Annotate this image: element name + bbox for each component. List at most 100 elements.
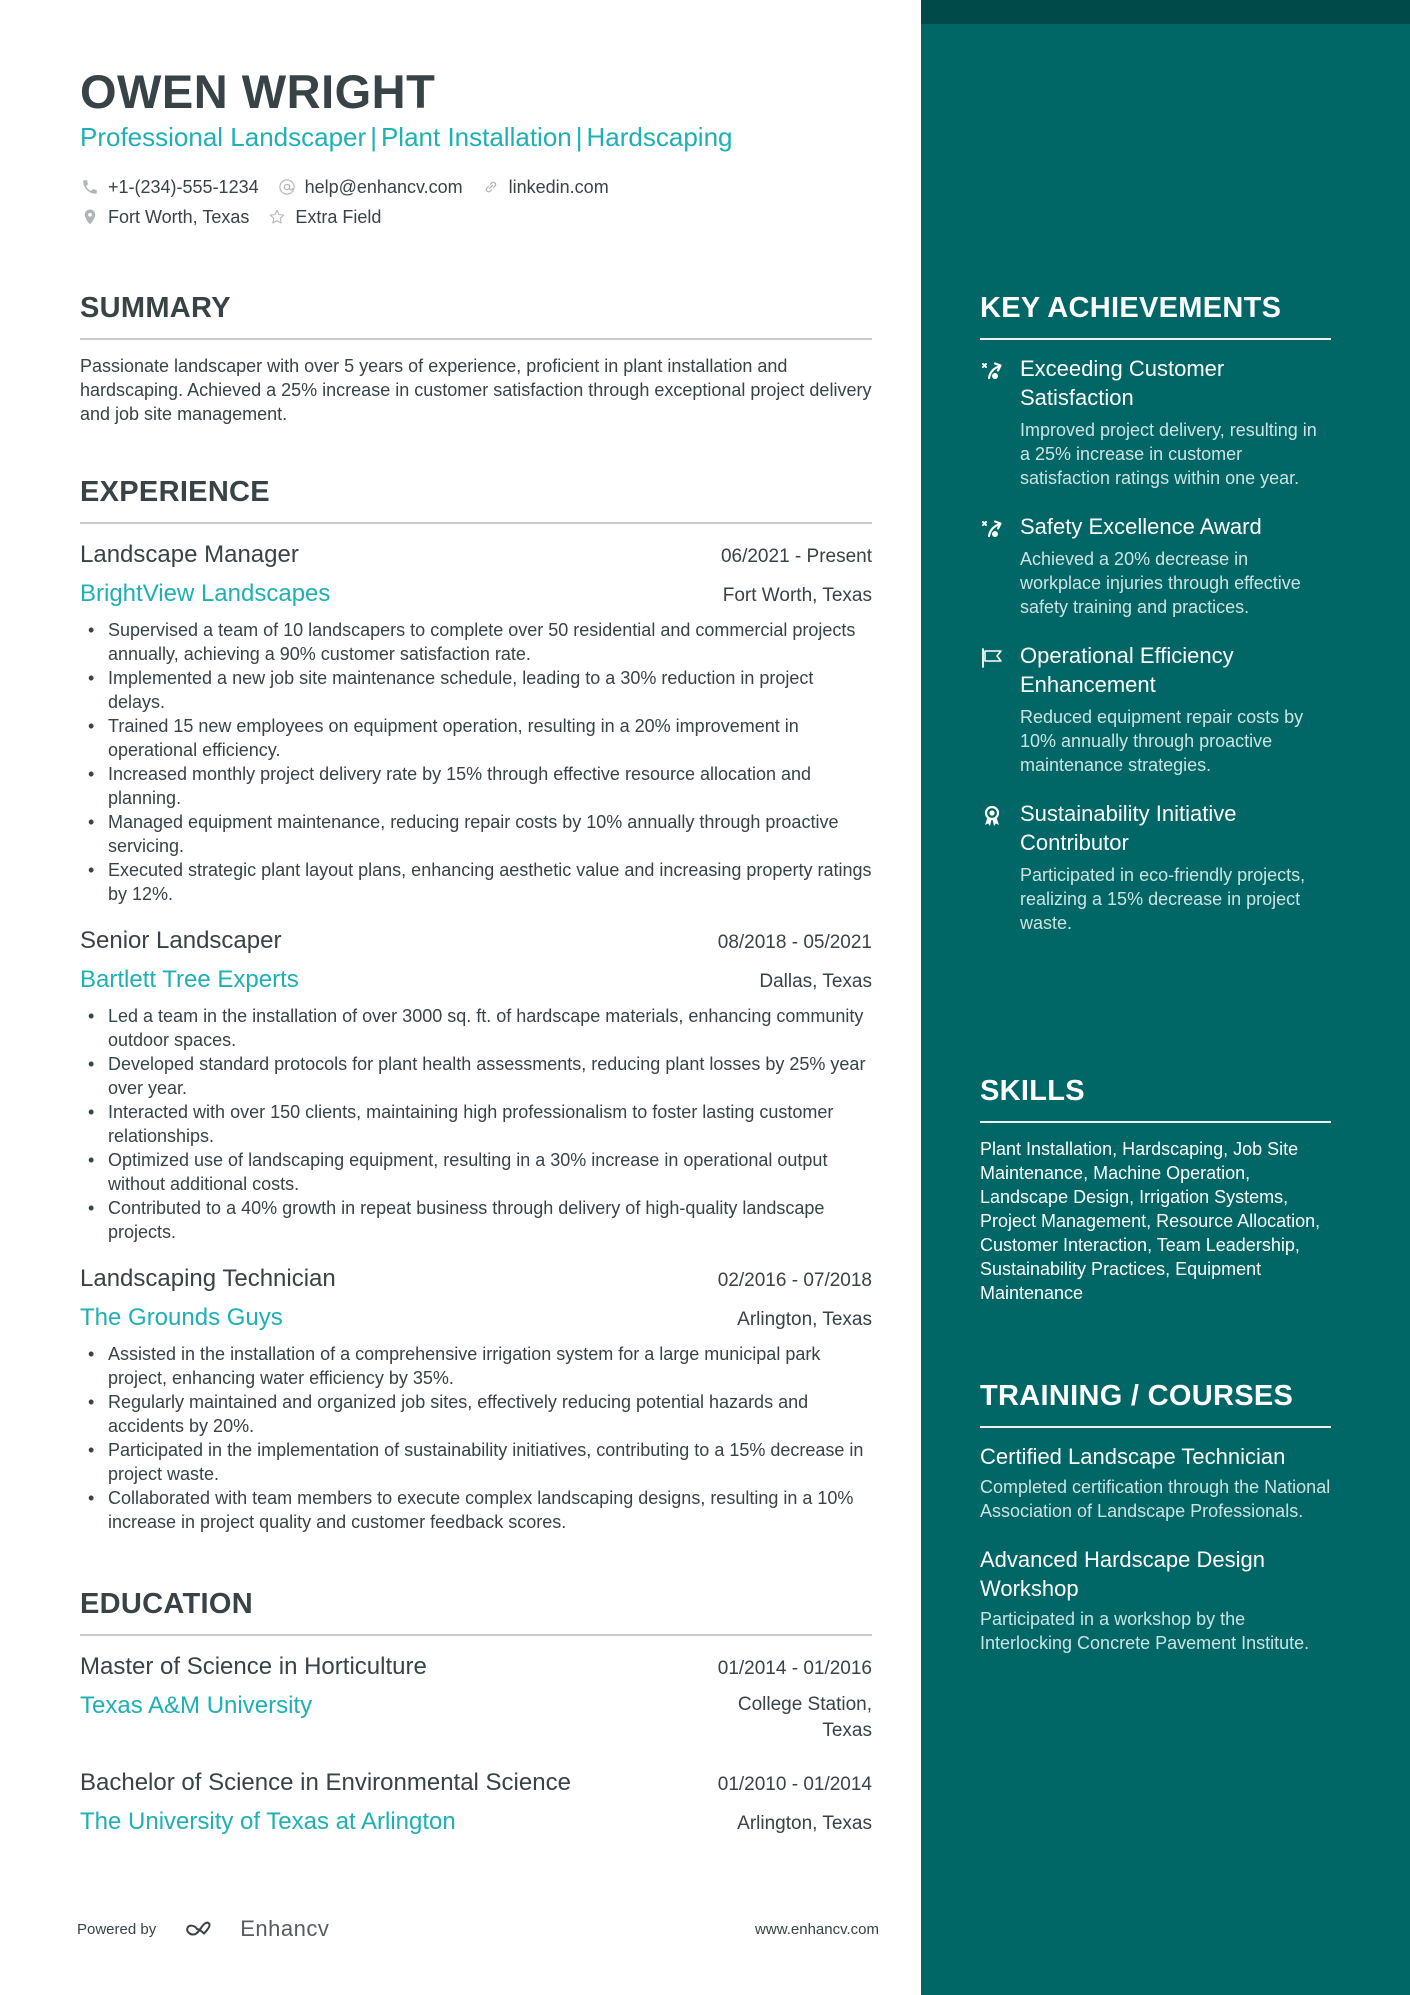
contact-info: +1-(234)-555-1234 help@enhancv.com linke…	[80, 172, 627, 232]
job-bullets: Assisted in the installation of a compre…	[80, 1342, 872, 1534]
achievement-description: Reduced equipment repair costs by 10% an…	[1020, 707, 1304, 775]
bullet-item: Contributed to a 40% growth in repeat bu…	[80, 1196, 872, 1244]
bullet-item: Collaborated with team members to execut…	[80, 1486, 872, 1534]
section-title: TRAINING / COURSES	[980, 1380, 1294, 1412]
company-name: BrightView Landscapes	[80, 580, 331, 607]
bullet-item: Optimized use of landscaping equipment, …	[80, 1148, 872, 1196]
job-location: Dallas, Texas	[759, 971, 872, 992]
achievement-item: Safety Excellence Award Achieved a 20% d…	[980, 512, 1331, 619]
education-dates: 01/2010 - 01/2014	[717, 1774, 872, 1795]
job-entry: Landscape Manager 06/2021 - Present Brig…	[80, 538, 872, 906]
powered-by-label: Powered by	[77, 1920, 157, 1938]
job-location: Fort Worth, Texas	[722, 585, 872, 606]
footer: Powered by Enhancv www.enhancv.com	[77, 1916, 879, 1942]
achievement-description: Improved project delivery, resulting in …	[1020, 420, 1317, 488]
school-name: Texas A&M University	[80, 1692, 313, 1719]
achievement-description: Achieved a 20% decrease in workplace inj…	[1020, 549, 1301, 617]
enhancv-logo[interactable]: Enhancv	[184, 1916, 329, 1942]
email-text: help@enhancv.com	[304, 176, 463, 197]
at-icon	[277, 177, 297, 197]
achievement-title: Safety Excellence Award	[1020, 514, 1262, 539]
education-entry: Master of Science in Horticulture 01/201…	[80, 1650, 872, 1744]
company-name: The Grounds Guys	[80, 1304, 283, 1331]
location-text: Fort Worth, Texas	[108, 206, 250, 227]
headline-part: Professional Landscaper	[80, 122, 367, 152]
job-location: Arlington, Texas	[737, 1309, 872, 1330]
headline-part: Plant Installation	[380, 122, 572, 152]
course-description: Completed certification through the Nati…	[980, 1477, 1331, 1521]
section-divider	[980, 1426, 1331, 1428]
degree: Bachelor of Science in Environmental Sci…	[80, 1769, 571, 1796]
achievement-title: Operational Efficiency Enhancement	[1020, 643, 1234, 697]
location-line: College Station,	[737, 1694, 872, 1715]
bullet-item: Developed standard protocols for plant h…	[80, 1052, 872, 1100]
contact-row: +1-(234)-555-1234 help@enhancv.com linke…	[80, 172, 627, 202]
achievement-item: Operational Efficiency Enhancement Reduc…	[980, 641, 1331, 777]
brand-name: Enhancv	[240, 1916, 330, 1941]
bullet-item: Executed strategic plant layout plans, e…	[80, 858, 872, 906]
bullet-item: Participated in the implementation of su…	[80, 1438, 872, 1486]
job-title: Landscape Manager	[80, 541, 299, 568]
contact-email[interactable]: help@enhancv.com	[277, 177, 463, 198]
course-description: Participated in a workshop by the Interl…	[980, 1609, 1310, 1653]
job-entry: Senior Landscaper 08/2018 - 05/2021 Bart…	[80, 924, 872, 1244]
section-title: EDUCATION	[80, 1588, 253, 1620]
school-name: The University of Texas at Arlington	[80, 1808, 456, 1835]
star-icon	[267, 207, 287, 227]
job-bullets: Led a team in the installation of over 3…	[80, 1004, 872, 1244]
job-entry: Landscaping Technician 02/2016 - 07/2018…	[80, 1262, 872, 1534]
achievement-title: Sustainability Initiative Contributor	[1020, 801, 1237, 855]
summary-text: Passionate landscaper with over 5 years …	[80, 356, 872, 424]
company-name: Bartlett Tree Experts	[80, 966, 299, 993]
extra-text: Extra Field	[295, 206, 382, 227]
achievements-section: KEY ACHIEVEMENTS Exceeding Customer Sati…	[980, 290, 1331, 935]
bullet-item: Increased monthly project delivery rate …	[80, 762, 872, 810]
degree: Master of Science in Horticulture	[80, 1653, 427, 1680]
bullet-item: Trained 15 new employees on equipment op…	[80, 714, 872, 762]
website-link[interactable]: www.enhancv.com	[755, 1921, 879, 1938]
bullet-item: Led a team in the installation of over 3…	[80, 1004, 872, 1052]
section-divider	[980, 338, 1331, 340]
sidebar: KEY ACHIEVEMENTS Exceeding Customer Sati…	[921, 0, 1410, 1995]
education-location: College Station, Texas	[738, 1692, 872, 1744]
bullet-item: Regularly maintained and organized job s…	[80, 1390, 872, 1438]
headline-separator: |	[575, 122, 583, 152]
achievement-description: Participated in eco-friendly projects, r…	[1020, 865, 1306, 933]
section-title: EXPERIENCE	[80, 476, 270, 508]
education-section: EDUCATION Master of Science in Horticult…	[80, 1586, 872, 1840]
link-text: linkedin.com	[508, 176, 609, 197]
bullet-item: Implemented a new job site maintenance s…	[80, 666, 872, 714]
education-entry: Bachelor of Science in Environmental Sci…	[80, 1766, 872, 1840]
achievement-item: Sustainability Initiative Contributor Pa…	[980, 799, 1331, 935]
course-item: Advanced Hardscape Design Workshop Parti…	[980, 1545, 1331, 1655]
education-location: Arlington, Texas	[737, 1813, 872, 1834]
skills-list: Plant Installation, Hardscaping, Job Sit…	[980, 1139, 1321, 1303]
award-medal-icon	[980, 799, 1020, 935]
experience-section: EXPERIENCE Landscape Manager 06/2021 - P…	[80, 474, 872, 1534]
section-divider	[980, 1121, 1331, 1123]
location-pin-icon	[80, 207, 100, 227]
job-dates: 08/2018 - 05/2021	[717, 932, 872, 953]
section-title: KEY ACHIEVEMENTS	[980, 292, 1282, 324]
phone-text: +1-(234)-555-1234	[108, 176, 259, 197]
bullet-item: Supervised a team of 10 landscapers to c…	[80, 618, 872, 666]
training-section: TRAINING / COURSES Certified Landscape T…	[980, 1378, 1331, 1655]
summary-section: SUMMARY Passionate landscaper with over …	[80, 290, 872, 426]
footer-branding: Powered by Enhancv	[77, 1916, 329, 1942]
link-icon	[481, 177, 501, 197]
candidate-name: OWEN WRIGHT	[80, 65, 436, 118]
resume-page: OWEN WRIGHT Professional Landscaper | Plan…	[0, 0, 1410, 1995]
bullet-item: Managed equipment maintenance, reducing …	[80, 810, 872, 858]
skills-section: SKILLS Plant Installation, Hardscaping, …	[980, 1073, 1331, 1305]
headline: Professional Landscaper | Plant Installati…	[80, 120, 733, 154]
phone-icon	[80, 177, 100, 197]
achievement-item: Exceeding Customer Satisfaction Improved…	[980, 354, 1331, 490]
headline-separator: |	[370, 122, 377, 152]
section-divider	[80, 1634, 872, 1636]
contact-location: Fort Worth, Texas	[80, 207, 249, 228]
contact-link[interactable]: linkedin.com	[481, 177, 609, 198]
section-divider	[80, 522, 872, 524]
section-divider	[80, 338, 872, 340]
contact-phone[interactable]: +1-(234)-555-1234	[80, 177, 259, 198]
section-title: SKILLS	[980, 1075, 1085, 1107]
